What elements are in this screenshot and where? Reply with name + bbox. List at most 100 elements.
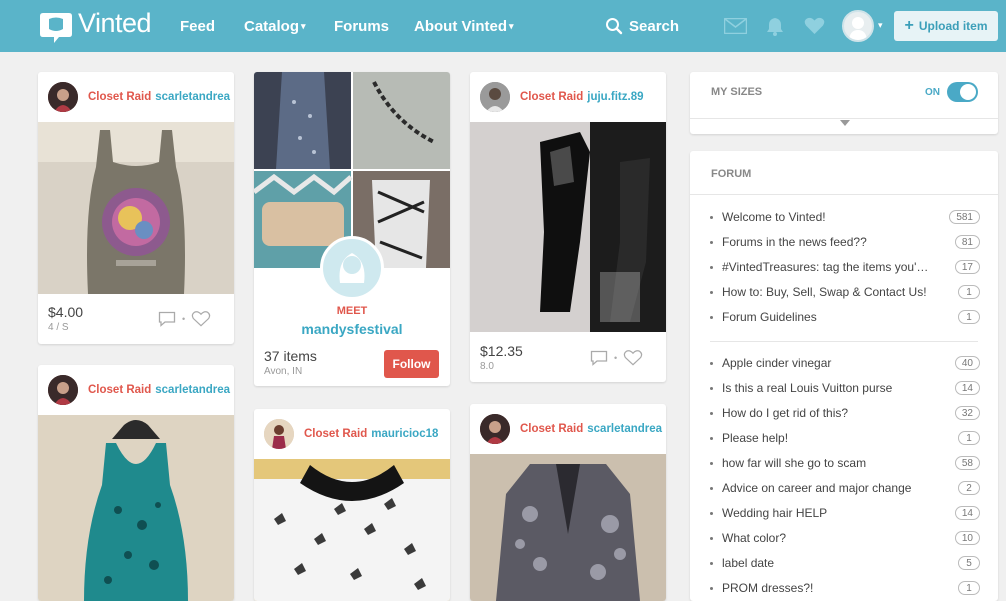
nav-forums[interactable]: Forums — [334, 18, 389, 35]
separator-dot: • — [614, 353, 618, 363]
upload-item-button[interactable]: + Upload item — [894, 11, 998, 41]
logo-wordmark[interactable]: Vinted — [78, 8, 152, 39]
avatar[interactable] — [48, 82, 78, 112]
card-actions: • — [590, 349, 643, 367]
nav-feed[interactable]: Feed — [180, 18, 215, 35]
avatar[interactable] — [842, 10, 874, 42]
forum-topic[interactable]: label date 5 — [710, 553, 980, 573]
card-header: Closet Raid scarletandrea — [38, 365, 234, 415]
comment-icon[interactable] — [158, 311, 176, 327]
item-card[interactable]: Closet Raid scarletandrea — [38, 365, 234, 601]
bell-icon[interactable] — [765, 16, 785, 36]
avatar[interactable] — [480, 82, 510, 112]
forum-topic[interactable]: Advice on career and major change 2 — [710, 478, 980, 498]
chevron-down-icon[interactable] — [840, 120, 850, 126]
item-photo[interactable] — [470, 122, 666, 332]
item-card[interactable]: Closet Raid scarletandrea $4.00 4 / S • — [38, 72, 234, 344]
top-navigation-bar: Vinted Feed Catalog ▾ Forums About Vinted… — [0, 0, 1006, 52]
username-link[interactable]: scarletandrea — [587, 423, 662, 435]
my-sizes-label: MY SIZES — [711, 86, 763, 98]
search-button[interactable]: Search — [605, 17, 679, 35]
closet-raid-tag[interactable]: Closet Raid — [520, 423, 583, 435]
avatar[interactable] — [264, 419, 294, 449]
user-silhouette-icon — [849, 17, 867, 40]
search-label: Search — [629, 17, 680, 35]
heart-icon[interactable] — [623, 349, 643, 367]
mail-icon[interactable] — [724, 18, 747, 34]
forum-topic[interactable]: PROM dresses?! 1 — [710, 578, 980, 598]
member-username[interactable]: mandysfestival — [254, 321, 450, 337]
bullet — [710, 215, 713, 219]
forum-topic[interactable]: Forum Guidelines 1 — [710, 307, 980, 327]
forum-topic[interactable]: How do I get rid of this? 32 — [710, 403, 980, 423]
username-link[interactable]: scarletandrea — [155, 384, 230, 396]
reply-count-badge: 14 — [954, 381, 980, 395]
closet-raid-tag[interactable]: Closet Raid — [520, 91, 583, 103]
forum-topic[interactable]: Welcome to Vinted! 581 — [710, 207, 980, 227]
item-count: 37 items — [264, 348, 317, 364]
item-card[interactable]: Closet Raid mauricioc18 — [254, 409, 450, 601]
username-link[interactable]: juju.fitz.89 — [587, 91, 643, 103]
forum-topic[interactable]: Is this a real Louis Vuitton purse 14 — [710, 378, 980, 398]
bullet — [710, 240, 713, 244]
item-price: $12.35 — [480, 343, 523, 359]
forum-topic-title: How do I get rid of this? — [722, 406, 849, 420]
nav-catalog-label: Catalog — [244, 18, 300, 35]
reply-count-badge: 1 — [958, 581, 980, 595]
vinted-logo-icon[interactable] — [38, 10, 74, 44]
username-link[interactable]: scarletandrea — [155, 91, 230, 103]
item-card[interactable]: Closet Raid juju.fitz.89 $12.35 8.0 • — [470, 72, 666, 382]
reply-count-badge: 40 — [954, 356, 980, 370]
bullet — [710, 511, 713, 515]
search-icon — [606, 18, 623, 35]
forum-topic[interactable]: Please help! 1 — [710, 428, 980, 448]
chevron-down-icon[interactable]: ▾ — [878, 20, 883, 31]
bullet — [710, 586, 713, 590]
forum-topic[interactable]: #VintedTreasures: tag the items you'… 17 — [710, 257, 980, 277]
forum-topic-title: how far will she go to scam — [722, 456, 867, 470]
forum-topic[interactable]: how far will she go to scam 58 — [710, 453, 980, 473]
username-link[interactable]: mauricioc18 — [371, 428, 438, 440]
user-silhouette-icon — [339, 253, 365, 283]
reply-count-badge: 10 — [954, 531, 980, 545]
item-price: $4.00 — [48, 304, 84, 320]
member-spotlight-card[interactable]: MEET mandysfestival 37 items Avon, IN Fo… — [254, 72, 450, 386]
forum-topic[interactable]: Forums in the news feed?? 81 — [710, 232, 980, 252]
forum-topic-title: PROM dresses?! — [722, 581, 814, 595]
item-photo[interactable] — [38, 415, 234, 601]
forum-topic-title: Forums in the news feed?? — [722, 235, 867, 249]
forum-topic[interactable]: Apple cinder vinegar 40 — [710, 353, 980, 373]
item-photo[interactable] — [38, 122, 234, 294]
nav-about[interactable]: About Vinted ▾ — [414, 18, 514, 35]
forum-topic[interactable]: Wedding hair HELP 14 — [710, 503, 980, 523]
avatar[interactable] — [320, 236, 384, 300]
my-sizes-panel — [690, 72, 998, 134]
avatar[interactable] — [480, 414, 510, 444]
forum-topic[interactable]: What color? 10 — [710, 528, 980, 548]
reply-count-badge: 1 — [958, 285, 980, 299]
forum-topic-title: #VintedTreasures: tag the items you'… — [722, 260, 929, 274]
closet-raid-tag[interactable]: Closet Raid — [88, 384, 151, 396]
nav-about-label: About Vinted — [414, 18, 508, 35]
heart-icon[interactable] — [191, 310, 211, 328]
bullet — [710, 290, 713, 294]
heart-icon[interactable] — [804, 17, 825, 35]
forum-topic-title: Apple cinder vinegar — [722, 356, 832, 370]
my-sizes-toggle[interactable] — [947, 82, 978, 102]
closet-raid-tag[interactable]: Closet Raid — [304, 428, 367, 440]
nav-catalog[interactable]: Catalog ▾ — [244, 18, 306, 35]
closet-raid-tag[interactable]: Closet Raid — [88, 91, 151, 103]
follow-button[interactable]: Follow — [384, 350, 439, 378]
plus-icon: + — [904, 17, 914, 34]
forum-label: FORUM — [711, 168, 752, 180]
reply-count-badge: 1 — [958, 431, 980, 445]
forum-topic[interactable]: How to: Buy, Sell, Swap & Contact Us! 1 — [710, 282, 980, 302]
reply-count-badge: 1 — [958, 310, 980, 324]
forum-topic-title: label date — [722, 556, 775, 570]
item-photo[interactable] — [470, 454, 666, 601]
comment-icon[interactable] — [590, 350, 608, 366]
forum-topic-title: Wedding hair HELP — [722, 506, 828, 520]
avatar[interactable] — [48, 375, 78, 405]
item-photo[interactable] — [254, 459, 450, 601]
item-card[interactable]: Closet Raid scarletandrea — [470, 404, 666, 601]
